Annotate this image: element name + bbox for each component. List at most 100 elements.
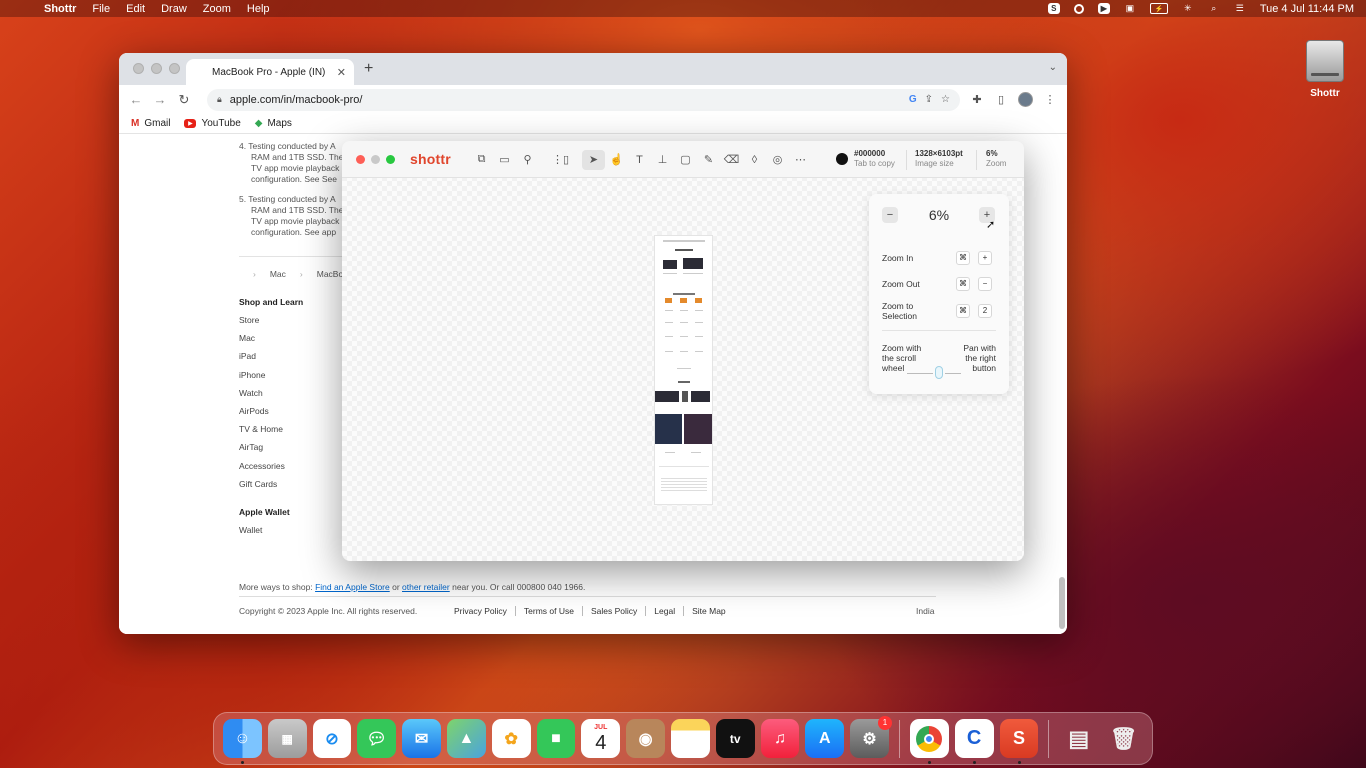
footer-link-airtag[interactable]: AirTag — [239, 442, 263, 452]
terms-of-use-link[interactable]: Terms of Use — [516, 606, 583, 616]
close-tab-icon[interactable]: ✕ — [337, 66, 346, 79]
copy-icon[interactable]: ⧉ — [470, 150, 493, 170]
bookmark-youtube[interactable]: ▶ YouTube — [184, 118, 241, 129]
footer-link-wallet[interactable]: Wallet — [239, 525, 262, 535]
side-panel-icon[interactable]: ▯ — [994, 93, 1008, 106]
footer-link-accessories[interactable]: Accessories — [239, 461, 285, 471]
close-window-button[interactable] — [133, 63, 144, 74]
desktop-drive-shottr[interactable]: Shottr — [1298, 40, 1352, 99]
apple-tv-icon[interactable]: tv — [715, 719, 755, 758]
sales-policy-link[interactable]: Sales Policy — [583, 606, 647, 616]
window-status-icon[interactable]: ▣ — [1124, 3, 1136, 14]
captured-screenshot-thumbnail[interactable] — [654, 235, 713, 505]
bookmark-maps[interactable]: ◆ Maps — [255, 118, 292, 129]
color-info[interactable]: #000000 Tab to copy — [854, 149, 895, 169]
footer-link-watch[interactable]: Watch — [239, 388, 263, 398]
select-arrow-icon[interactable]: ➤ — [582, 149, 605, 170]
lock-icon[interactable]: 🔒︎ — [217, 94, 222, 105]
skype-status-icon[interactable]: S — [1047, 3, 1060, 14]
back-arrow-icon[interactable]: ← — [129, 92, 143, 107]
battery-icon[interactable]: ⚡ — [1149, 3, 1168, 14]
save-icon[interactable]: ▭ — [493, 150, 516, 170]
other-retailer-link[interactable]: other retailer — [402, 582, 450, 592]
tab-search-chevron-icon[interactable]: ⌄ — [1049, 62, 1057, 73]
menu-zoom[interactable]: Zoom — [203, 3, 231, 15]
more-tools-icon[interactable]: ⋯ — [789, 150, 812, 170]
shottr-close-button[interactable] — [356, 154, 365, 164]
pencil-tool-icon[interactable]: ✎ — [697, 150, 720, 170]
maps-app-icon[interactable]: ▲ — [446, 719, 486, 758]
browser-tab[interactable]: MacBook Pro - Apple (IN) ✕ — [186, 59, 354, 85]
safari-icon[interactable]: ⊘ — [312, 719, 352, 758]
app-store-icon[interactable]: A — [805, 719, 845, 758]
blur-drop-icon[interactable]: ◊ — [743, 150, 766, 170]
eraser-tool-icon[interactable]: ⌫ — [720, 150, 743, 170]
share-icon[interactable]: ⇪ — [925, 94, 933, 105]
footer-link-airpods[interactable]: AirPods — [239, 406, 269, 416]
scroll-capture-icon[interactable]: ⋮▯ — [549, 150, 572, 170]
notes-icon[interactable] — [670, 719, 710, 758]
footer-link-ipad[interactable]: iPad — [239, 351, 256, 361]
footer-link-mac[interactable]: Mac — [239, 333, 255, 343]
profile-avatar[interactable] — [1018, 92, 1033, 107]
menu-help[interactable]: Help — [247, 3, 270, 15]
spotlight-tool-icon[interactable]: ◎ — [766, 150, 789, 170]
footer-link-iphone[interactable]: iPhone — [239, 370, 265, 380]
hand-pointer-icon[interactable]: ☝ — [605, 150, 628, 170]
more-menu-icon[interactable]: ⋮ — [1043, 93, 1057, 106]
rectangle-tool-icon[interactable]: ▢ — [674, 150, 697, 170]
brightness-icon[interactable]: ✳ — [1182, 3, 1194, 14]
bookmark-star-icon[interactable]: ☆ — [941, 94, 950, 105]
system-settings-icon[interactable]: ⚙ 1 — [850, 716, 892, 758]
shottr-app-icon[interactable]: S — [999, 719, 1039, 764]
google-icon[interactable]: G — [909, 94, 917, 105]
privacy-policy-link[interactable]: Privacy Policy — [454, 606, 516, 616]
launchpad-icon[interactable]: ▦ — [267, 719, 307, 758]
record-status-icon[interactable] — [1073, 3, 1084, 14]
menu-edit[interactable]: Edit — [126, 3, 145, 15]
pin-icon[interactable]: ⚲ — [516, 150, 539, 170]
footer-link-tv-home[interactable]: TV & Home — [239, 424, 283, 434]
menu-file[interactable]: File — [92, 3, 110, 15]
shottr-minimize-button[interactable] — [371, 154, 380, 164]
site-map-link[interactable]: Site Map — [684, 606, 734, 616]
ruler-tool-icon[interactable]: ⊥ — [651, 150, 674, 170]
menubar-clock[interactable]: Tue 4 Jul 11:44 PM — [1260, 3, 1354, 15]
control-center-icon[interactable]: ☰ — [1234, 3, 1246, 14]
spotlight-search-icon[interactable]: ⌕ — [1208, 3, 1220, 14]
facetime-icon[interactable]: ■ — [536, 719, 576, 758]
zoom-window-button[interactable] — [169, 63, 180, 74]
new-tab-button[interactable]: + — [364, 60, 373, 78]
page-scrollbar[interactable] — [1059, 577, 1065, 629]
find-apple-store-link[interactable]: Find an Apple Store — [315, 582, 390, 592]
contacts-icon[interactable]: ◉ — [626, 719, 665, 758]
calendar-icon[interactable]: JUL 4 — [581, 719, 621, 758]
reload-icon[interactable]: ↻ — [177, 92, 191, 108]
trash-icon[interactable]: 🗑︎ — [1104, 719, 1143, 758]
zoom-info[interactable]: 6% Zoom — [986, 149, 1006, 169]
url-text[interactable]: apple.com/in/macbook-pro/ — [230, 94, 901, 106]
breadcrumb-mac[interactable]: Mac — [270, 269, 286, 279]
color-swatch[interactable] — [836, 153, 848, 165]
chrome-icon[interactable] — [909, 719, 949, 764]
footer-link-store[interactable]: Store — [239, 315, 259, 325]
country-selector[interactable]: India — [916, 606, 934, 616]
downloads-stack-icon[interactable]: ▤ — [1059, 719, 1098, 758]
footer-link-gift-cards[interactable]: Gift Cards — [239, 479, 277, 489]
finder-icon[interactable]: ☺ — [223, 719, 262, 764]
screen-recorder-icon[interactable]: C — [954, 719, 994, 764]
text-tool-icon[interactable]: T — [628, 150, 651, 170]
extensions-puzzle-icon[interactable]: ✚ — [970, 93, 984, 106]
photos-icon[interactable]: ✿ — [491, 719, 531, 758]
mail-icon[interactable]: ✉ — [402, 719, 441, 758]
menu-app-name[interactable]: Shottr — [44, 3, 76, 15]
address-bar[interactable]: 🔒︎ apple.com/in/macbook-pro/ G ⇪ ☆ — [207, 88, 960, 111]
breadcrumb-macbook[interactable]: MacBo — [317, 269, 343, 279]
bookmark-gmail[interactable]: M Gmail — [131, 118, 170, 129]
shottr-zoom-button[interactable] — [386, 154, 395, 164]
forward-arrow-icon[interactable]: → — [153, 92, 167, 107]
messages-icon[interactable]: 💬︎ — [357, 719, 397, 758]
minimize-window-button[interactable] — [151, 63, 162, 74]
music-icon[interactable]: ♫ — [760, 719, 800, 758]
screen-capture-status-icon[interactable]: ▶ — [1097, 3, 1110, 14]
